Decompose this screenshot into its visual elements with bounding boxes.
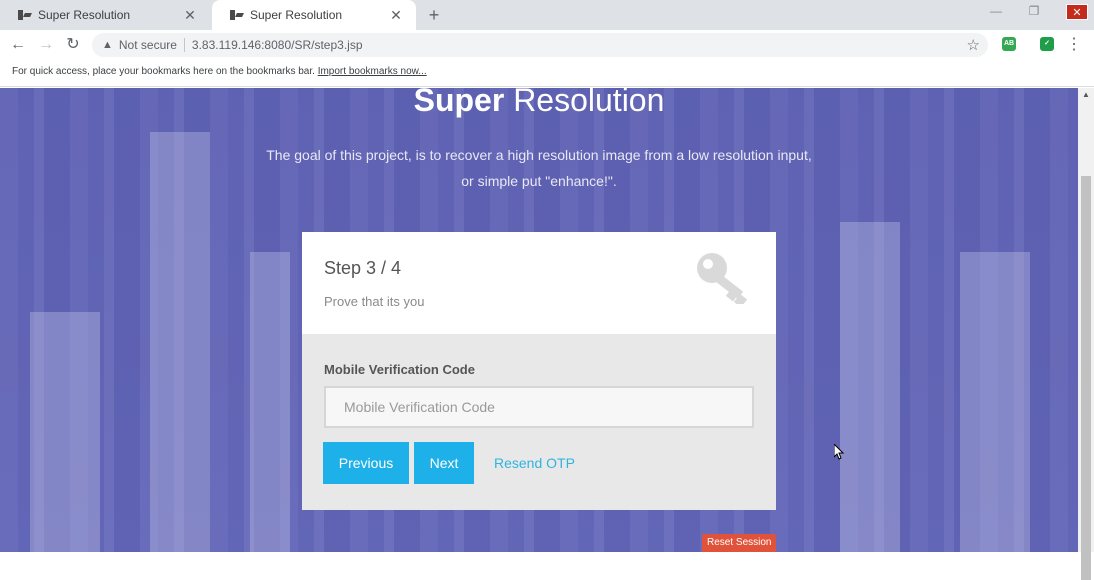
browser-tab-1[interactable]: Super Resolution ✕ (0, 0, 210, 30)
tab-close-icon[interactable]: ✕ (182, 7, 198, 23)
url-text[interactable]: 3.83.119.146:8080/SR/step3.jsp (192, 38, 363, 52)
maximize-icon[interactable]: ❐ (1020, 4, 1048, 18)
bookmarks-prompt: For quick access, place your bookmarks h… (12, 66, 315, 77)
tab-title: Super Resolution (38, 8, 131, 22)
mouse-cursor-icon (834, 444, 844, 460)
title-light: Resolution (513, 88, 665, 118)
reset-session-button[interactable]: Reset Session (702, 534, 777, 552)
description-line-1: The goal of this project, is to recover … (266, 147, 812, 163)
background-building (250, 252, 290, 552)
browser-menu-icon[interactable]: ⋮ (1066, 35, 1082, 55)
minimize-icon[interactable]: — (982, 4, 1010, 18)
background-building (150, 132, 210, 552)
background-building (30, 312, 100, 552)
security-status: Not secure (118, 38, 177, 52)
scroll-up-icon[interactable]: ▲ (1082, 90, 1090, 99)
browser-tab-2[interactable]: Super Resolution ✕ (212, 0, 416, 30)
page-scrollbar[interactable]: ▲ (1078, 88, 1094, 580)
verification-code-input[interactable] (324, 386, 754, 428)
tab-strip: Super Resolution ✕ Super Resolution ✕ + … (0, 0, 1094, 30)
back-arrow-icon[interactable]: ← (8, 35, 28, 55)
resend-otp-link[interactable]: Resend OTP (494, 455, 575, 471)
window-close-icon[interactable]: ✕ (1066, 4, 1088, 20)
card-body: Mobile Verification Code Previous Next R… (302, 334, 776, 510)
shield-extension-icon[interactable]: ✓ (1040, 37, 1054, 51)
step-subtitle: Prove that its you (324, 294, 425, 309)
page-title: Super Resolution (0, 88, 1078, 119)
page-description: The goal of this project, is to recover … (0, 142, 1078, 194)
previous-button[interactable]: Previous (323, 442, 409, 484)
scrollbar-thumb[interactable] (1081, 176, 1091, 580)
description-line-2: or simple put "enhance!". (461, 173, 617, 189)
bookmark-star-icon[interactable]: ☆ (967, 36, 980, 54)
next-button[interactable]: Next (414, 442, 474, 484)
site-favicon-icon (230, 9, 244, 21)
tab-close-icon[interactable]: ✕ (388, 7, 404, 23)
reload-icon[interactable]: ↻ (63, 35, 83, 55)
background-building (840, 222, 900, 552)
title-bold: Super (413, 88, 505, 118)
new-tab-button[interactable]: + (424, 5, 444, 25)
browser-toolbar: ← → ↻ ▲ Not secure 3.83.119.146:8080/SR/… (0, 30, 1094, 60)
import-bookmarks-link[interactable]: Import bookmarks now... (318, 66, 427, 77)
field-label: Mobile Verification Code (324, 362, 475, 377)
warning-triangle-icon: ▲ (102, 39, 113, 51)
site-favicon-icon (18, 9, 32, 21)
bookmarks-bar: For quick access, place your bookmarks h… (0, 60, 1094, 87)
forward-arrow-icon[interactable]: → (36, 35, 56, 55)
verification-card: Step 3 / 4 Prove that its you Mobile Ver… (302, 232, 776, 510)
step-title: Step 3 / 4 (324, 258, 402, 278)
ab-extension-icon[interactable]: AB (1002, 37, 1016, 51)
divider (183, 38, 185, 52)
card-header: Step 3 / 4 Prove that its you (302, 232, 776, 334)
background-building (960, 252, 1030, 552)
tab-title: Super Resolution (250, 8, 343, 22)
key-icon (697, 253, 748, 304)
page-viewport: Super Resolution The goal of this projec… (0, 88, 1078, 552)
address-bar[interactable]: ▲ Not secure 3.83.119.146:8080/SR/step3.… (92, 33, 988, 57)
